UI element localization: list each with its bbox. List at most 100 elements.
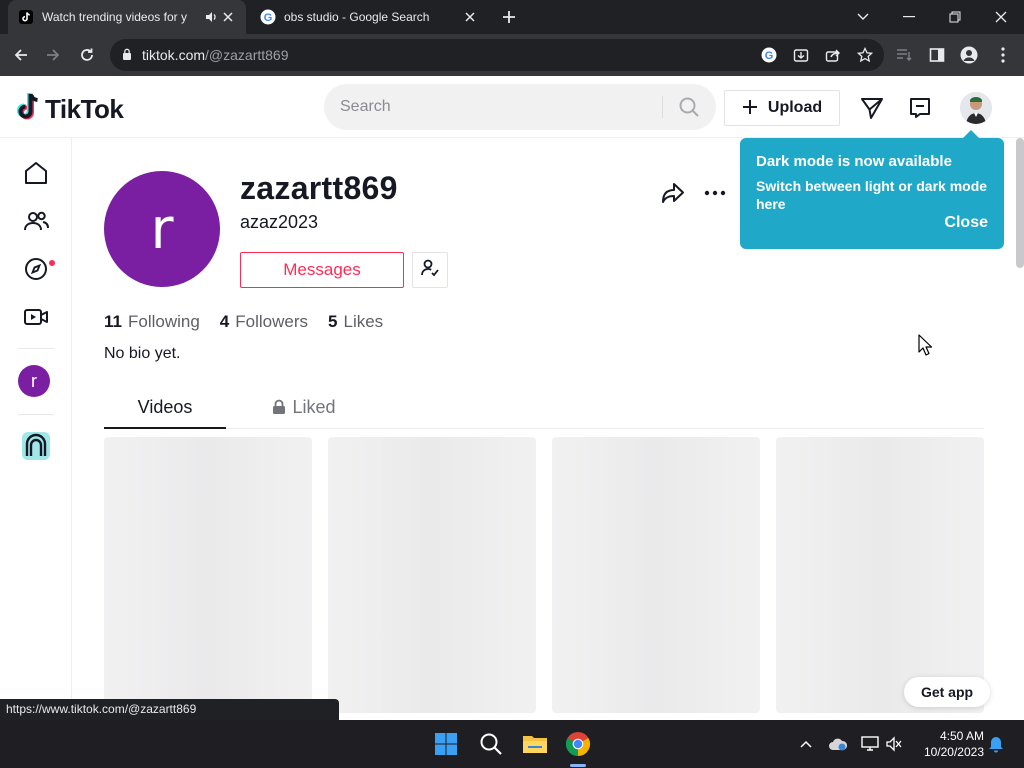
mouse-cursor-icon — [918, 334, 933, 361]
minimize-icon[interactable] — [886, 0, 932, 34]
tiktok-note-icon — [16, 92, 42, 127]
following-status-button[interactable] — [412, 252, 448, 288]
sidebar-divider — [18, 348, 54, 349]
forward-icon[interactable] — [40, 42, 66, 68]
tab-title: obs studio - Google Search — [284, 10, 430, 24]
browser-tab-tiktok[interactable]: Watch trending videos for y — [8, 0, 246, 34]
effect-house-icon[interactable] — [20, 430, 52, 462]
profile-avatar: r — [104, 171, 220, 287]
share-profile-icon[interactable] — [660, 180, 686, 206]
tiktok-logo[interactable]: TikTok — [16, 92, 124, 127]
tiktok-header: TikTok Search Upload — [0, 76, 1024, 138]
profile-icon[interactable] — [956, 42, 982, 68]
notifications-bell-icon[interactable] — [986, 734, 1006, 754]
install-app-icon[interactable] — [792, 46, 810, 64]
reload-icon[interactable] — [74, 42, 100, 68]
taskbar-clock[interactable]: 4:50 AM 10/20/2023 — [914, 728, 984, 760]
close-window-icon[interactable] — [978, 0, 1024, 34]
inbox-icon[interactable] — [907, 95, 933, 121]
profile-tabs: Videos Liked — [104, 392, 984, 429]
url-text: tiktok.com/@zazartt869 — [142, 47, 289, 63]
video-placeholder-card[interactable] — [776, 437, 984, 713]
bookmark-star-icon[interactable] — [856, 46, 874, 64]
windows-taskbar: 4:50 AM 10/20/2023 — [0, 720, 1024, 768]
video-placeholder-card[interactable] — [328, 437, 536, 713]
get-app-button[interactable]: Get app — [904, 677, 990, 707]
clock-date: 10/20/2023 — [923, 745, 984, 759]
video-placeholder-card[interactable] — [104, 437, 312, 713]
active-app-indicator — [570, 764, 586, 767]
sidebar-profile-avatar[interactable]: r — [18, 365, 50, 397]
search-divider — [662, 96, 663, 118]
search-icon[interactable] — [678, 96, 700, 123]
screen: Watch trending videos for y G obs studio… — [0, 0, 1024, 768]
browser-tab-strip: Watch trending videos for y G obs studio… — [0, 0, 1024, 34]
page-scrollbar[interactable] — [1016, 138, 1024, 268]
profile-stats: 11 Following 4 Followers 5 Likes — [104, 312, 403, 332]
new-tab-button[interactable] — [498, 6, 520, 28]
network-icon[interactable] — [860, 734, 880, 754]
menu-kebab-icon[interactable] — [990, 42, 1016, 68]
profile-bio: No bio yet. — [104, 345, 181, 362]
volume-muted-icon[interactable] — [884, 734, 904, 754]
more-options-icon[interactable] — [702, 180, 728, 206]
browser-tab-google[interactable]: G obs studio - Google Search — [250, 0, 488, 34]
lock-icon — [272, 399, 286, 420]
reading-list-icon[interactable] — [892, 42, 918, 68]
svg-text:G: G — [765, 50, 774, 62]
profile-username: zazartt869 — [240, 170, 398, 206]
show-hidden-icons-chevron-icon[interactable] — [796, 734, 816, 754]
tab-title: Watch trending videos for y — [42, 10, 187, 24]
link-status-bar: https://www.tiktok.com/@zazartt869 — [0, 699, 339, 720]
search-placeholder: Search — [340, 98, 391, 115]
tooltip-close-button[interactable]: Close — [944, 214, 988, 232]
tab-liked[interactable]: Liked — [254, 392, 354, 429]
tooltip-body: Switch between light or dark mode here — [756, 178, 988, 212]
share-page-icon[interactable] — [824, 46, 842, 64]
tooltip-title: Dark mode is now available — [756, 153, 952, 170]
upload-button[interactable]: Upload — [724, 90, 840, 126]
profile-nickname: azaz2023 — [240, 212, 319, 232]
restore-icon[interactable] — [932, 0, 978, 34]
user-avatar[interactable] — [960, 92, 992, 124]
address-bar[interactable]: tiktok.com/@zazartt869 G — [110, 39, 884, 71]
svg-text:G: G — [264, 12, 273, 24]
tab-search-chevron-icon[interactable] — [840, 0, 886, 34]
close-tab-icon[interactable] — [220, 9, 236, 25]
video-placeholder-card[interactable] — [552, 437, 760, 713]
clock-time: 4:50 AM — [939, 729, 984, 743]
google-favicon-icon: G — [260, 9, 276, 25]
notification-dot — [49, 260, 55, 266]
dark-mode-tooltip: Dark mode is now available Switch betwee… — [740, 130, 1004, 249]
sidebar-divider — [18, 414, 54, 415]
plus-icon — [742, 97, 758, 119]
stat-followers[interactable]: 4 Followers — [220, 312, 308, 332]
stat-following[interactable]: 11 Following — [104, 312, 200, 332]
onedrive-cloud-icon[interactable] — [828, 734, 848, 754]
lock-icon[interactable] — [122, 48, 132, 66]
upload-label: Upload — [767, 99, 823, 116]
logo-text: TikTok — [45, 94, 124, 124]
close-tab-icon[interactable] — [462, 9, 478, 25]
messages-button[interactable]: Messages — [240, 252, 404, 288]
taskbar-search-icon[interactable] — [477, 730, 505, 758]
search-input[interactable]: Search — [324, 84, 716, 130]
side-panel-icon[interactable] — [924, 42, 950, 68]
live-video-icon[interactable] — [22, 303, 50, 331]
explore-compass-icon[interactable] — [22, 255, 50, 283]
browser-toolbar: tiktok.com/@zazartt869 G — [0, 34, 1024, 76]
chrome-icon[interactable] — [564, 730, 592, 758]
windows-start-icon[interactable] — [432, 730, 460, 758]
home-icon[interactable] — [22, 159, 50, 187]
send-message-icon[interactable] — [859, 95, 885, 121]
left-sidebar: r — [0, 138, 72, 720]
google-lens-icon[interactable]: G — [760, 46, 778, 64]
tiktok-favicon-icon — [18, 9, 34, 25]
tab-videos[interactable]: Videos — [104, 392, 226, 429]
following-icon[interactable] — [22, 207, 50, 235]
stat-likes: 5 Likes — [328, 312, 384, 331]
file-explorer-icon[interactable] — [521, 730, 549, 758]
back-icon[interactable] — [8, 42, 34, 68]
user-check-icon — [420, 258, 440, 283]
speaker-icon[interactable] — [204, 10, 218, 27]
